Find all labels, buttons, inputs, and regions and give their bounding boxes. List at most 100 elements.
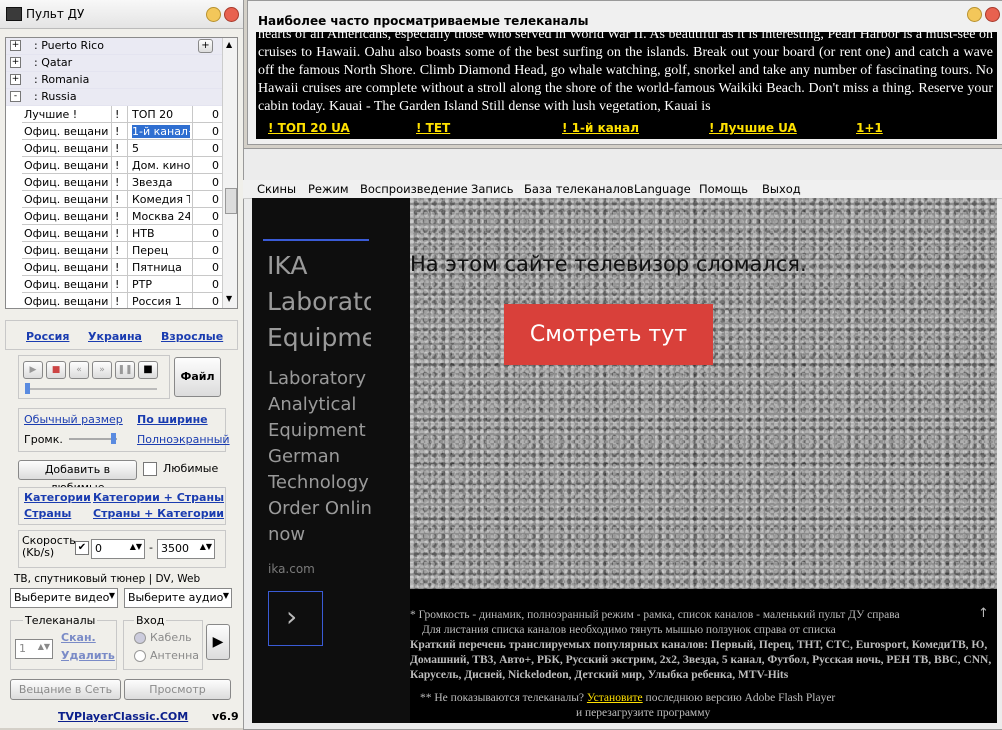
minimize-button[interactable] [206,7,221,22]
tree-country-romania[interactable]: + : Romania [6,72,222,89]
chevron-right-icon: › [286,600,298,633]
table-row[interactable]: Офиц. вещание! 5 0 [22,140,222,157]
speed-to-input[interactable]: 3500 ▲▼ [157,539,215,559]
play-icon[interactable]: ▶ [23,361,43,379]
country-label: : Romania [34,73,90,86]
pause-icon[interactable]: ❚❚ [115,361,135,379]
input-label: Вход [134,614,167,627]
ad-domain[interactable]: ika.com [268,562,315,576]
menu-channel-base[interactable]: База телеканалов [524,182,634,196]
scroll-thumb[interactable] [225,188,237,214]
countries-link[interactable]: Страны [24,507,71,520]
seek-thumb[interactable] [25,383,30,394]
scan-link[interactable]: Скан. [61,631,96,644]
expand-icon[interactable]: + [10,40,21,51]
info-line-3: Краткий перечень транслируемых популярны… [410,639,992,681]
watch-here-button[interactable]: Смотреть тут [504,304,713,365]
ticker-minimize-button[interactable] [967,7,982,22]
ticker-link-1plus1[interactable]: 1+1 [856,121,883,135]
seek-bar[interactable] [25,388,157,390]
delete-link[interactable]: Удалить [61,649,115,662]
broken-tv-text: На этом сайте телевизор сломался. [410,252,807,276]
table-row[interactable]: Офиц. вещание! НТВ 0 [22,225,222,242]
add-channel-button[interactable]: + [198,39,213,53]
channel-tree[interactable]: + : Puerto Rico + + : Qatar + : Romania … [5,37,238,309]
antenna-label: Антенна [150,649,200,662]
menu-skins[interactable]: Скины [257,182,296,196]
table-row[interactable]: Офиц. вещание! Пятница 0 [22,259,222,276]
ticker-link-channel1[interactable]: ! 1-й канал [562,121,639,135]
tv-channel-number[interactable]: 1 ▲▼ [15,639,53,659]
ad-banner[interactable]: IKA Laborato Equipme Laboratory Analytic… [252,198,410,723]
menu-language[interactable]: Language [634,182,691,196]
remote-control-window: Пульт ДУ + : Puerto Rico + + : Qatar + :… [0,0,244,728]
menu-mode[interactable]: Режим [308,182,349,196]
site-link[interactable]: TVPlayerClassic.COM [58,710,188,723]
add-favorites-button[interactable]: Добавить в любимые [18,460,137,494]
selected-cell: 1-й канал+ [132,125,190,138]
file-button[interactable]: Файл [174,357,221,397]
ad-brand-line: Equipme [267,323,371,352]
forward-icon[interactable]: » [92,361,112,379]
ticker-close-button[interactable] [985,7,1000,22]
table-row[interactable]: Офиц. вещание! РТР 0 [22,276,222,293]
menu-help[interactable]: Помощь [699,182,748,196]
speed-panel: Скорость (Kb/s) ✔ 0 ▲▼ - 3500 ▲▼ [18,530,226,568]
categories-link[interactable]: Категории [24,491,91,504]
scroll-down-icon[interactable]: ▼ [226,294,232,303]
close-button[interactable] [224,7,239,22]
speed-dash: - [149,541,153,554]
table-row[interactable]: Офиц. вещание! Дом. кино 0 [22,157,222,174]
record-icon[interactable]: ■ [46,361,66,379]
speed-checkbox[interactable]: ✔ [75,541,89,555]
fullscreen-link[interactable]: Полноэкранный [137,433,230,446]
speed-label: Скорость (Kb/s) [22,534,76,559]
table-row[interactable]: Лучшие !! ТОП 20 0 [22,106,222,123]
collapse-icon[interactable]: - [10,91,21,102]
volume-slider[interactable] [69,438,117,440]
ticker-link-top20[interactable]: ! ТОП 20 UA [268,121,350,135]
preview-button[interactable]: Просмотр [124,679,231,700]
link-adult[interactable]: Взрослые [161,330,223,343]
broadcast-button[interactable]: Вещание в Сеть [10,679,121,700]
categories-countries-link[interactable]: Категории + Страны [93,491,224,504]
tree-country-puerto-rico[interactable]: + : Puerto Rico + [6,38,222,55]
ticker-link-best-ua[interactable]: ! Лучшие UA [709,121,797,135]
ad-body-line: Equipment [268,420,366,441]
tree-country-russia[interactable]: - : Russia [6,89,222,106]
fit-width-link[interactable]: По ширине [137,413,208,426]
volume-thumb[interactable] [111,433,116,444]
table-row[interactable]: Офиц. вещание! Перец 0 [22,242,222,259]
scroll-up-arrow-icon[interactable]: ↑ [978,606,989,621]
speed-from-input[interactable]: 0 ▲▼ [91,539,145,559]
video-select[interactable]: Выберите видео ▼ [10,588,118,608]
table-row[interactable]: Офиц. вещание! Звезда 0 [22,174,222,191]
menu-exit[interactable]: Выход [762,182,801,196]
ad-next-button[interactable]: › [268,591,323,646]
table-row[interactable]: Офиц. вещание! Москва 24 0 [22,208,222,225]
scroll-up-icon[interactable]: ▲ [226,40,232,49]
link-ukraine[interactable]: Украина [88,330,142,343]
stop-icon[interactable]: ■ [138,361,158,379]
countries-categories-link[interactable]: Страны + Категории [93,507,224,520]
audio-select[interactable]: Выберите аудио ▼ [124,588,232,608]
menu-record[interactable]: Запись [471,182,514,196]
menu-playback[interactable]: Воспроизведение [360,182,468,196]
table-row[interactable]: Офиц. вещание! Комедия Т0 [22,191,222,208]
normal-size-link[interactable]: Обычный размер [24,413,123,426]
link-russia[interactable]: Россия [26,330,69,343]
expand-icon[interactable]: + [10,57,21,68]
play-tuner-icon[interactable]: ▶ [206,624,230,660]
ticker-link-tet[interactable]: ! TET [416,121,450,135]
ad-brand-line: Laborato [267,287,371,316]
rewind-icon[interactable]: « [69,361,89,379]
favorites-checkbox[interactable] [143,462,157,476]
cable-radio[interactable] [134,632,146,644]
tree-scrollbar[interactable]: ▲ ▼ [222,38,237,308]
expand-icon[interactable]: + [10,74,21,85]
table-row[interactable]: Офиц. вещание! Россия 10 [22,293,222,308]
install-flash-link[interactable]: Установите [587,692,643,704]
tree-country-qatar[interactable]: + : Qatar [6,55,222,72]
antenna-radio[interactable] [134,650,146,662]
table-row[interactable]: Офиц. вещание!1-й канал+0 [22,123,222,140]
